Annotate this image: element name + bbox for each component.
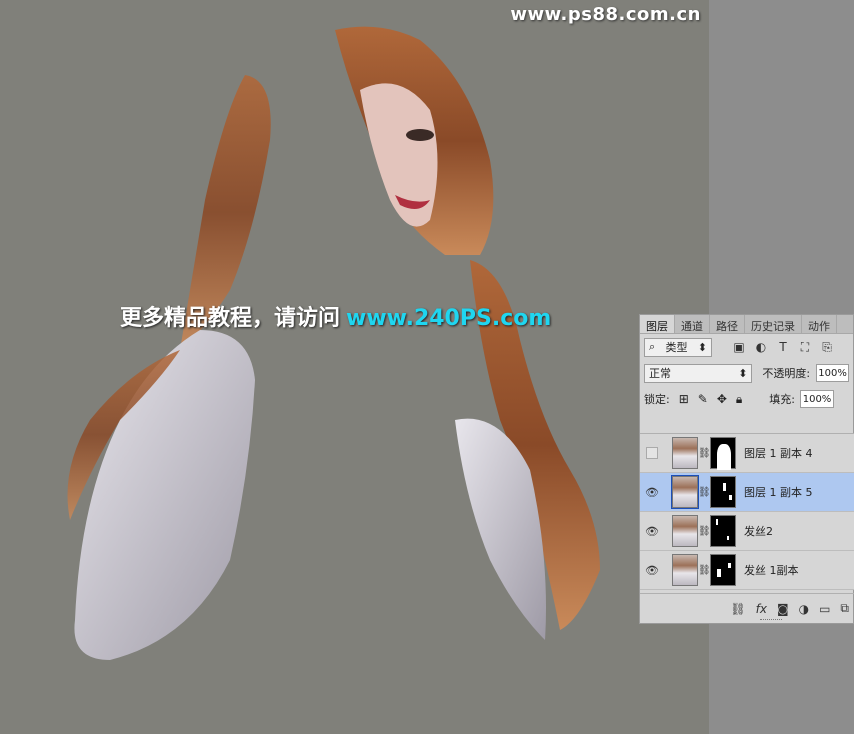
lock-transparency-icon[interactable]: ⊞ xyxy=(679,392,689,407)
fill-label: 填充: xyxy=(769,393,796,406)
chain-link-icon[interactable]: ⛓ xyxy=(698,448,711,459)
chain-link-icon[interactable]: ⛓ xyxy=(698,487,711,498)
document-canvas[interactable]: www.ps88.com.cn 更多精品教程，请访问 www.240PS.com xyxy=(0,0,709,734)
layer-row[interactable]: ⛓ 图层 1 副本 4 xyxy=(640,434,854,473)
blend-mode-select[interactable]: 正常 ⬍ xyxy=(644,363,753,383)
filter-kind-select[interactable]: ⌕ 类型 ⬍ xyxy=(644,337,712,357)
filter-kind-label: 类型 xyxy=(665,341,688,354)
updown-arrows-icon: ⬍ xyxy=(738,366,748,380)
panel-tabs: 图层 通道 路径 历史记录 动作 xyxy=(640,315,853,334)
search-icon: ⌕ xyxy=(649,340,656,353)
tab-actions[interactable]: 动作 xyxy=(802,315,837,333)
chain-link-icon[interactable]: ⛓ xyxy=(698,565,711,576)
layers-bottom-bar: ⛓ fx ◙ ◑ ▭ ⧉ xyxy=(640,593,854,623)
visibility-toggle[interactable] xyxy=(640,434,664,473)
layers-panel: 图层 通道 路径 历史记录 动作 ⌕ 类型 ⬍ ▣ ◐ T ⛶ ⎘ 正常 ⬍ 不… xyxy=(639,314,854,624)
adjustment-icon[interactable]: ◑ xyxy=(799,602,809,616)
resize-grip[interactable] xyxy=(760,619,782,621)
fill-input[interactable]: 100% xyxy=(800,390,835,408)
layer-row-selected[interactable]: 👁︎ ⛓ 图层 1 副本 5 xyxy=(640,473,854,512)
chain-link-icon[interactable]: ⛓ xyxy=(698,526,711,537)
eye-icon[interactable]: 👁︎ xyxy=(640,473,664,512)
eye-icon[interactable]: 👁︎ xyxy=(640,551,664,590)
updown-arrows-icon: ⬍ xyxy=(697,340,707,354)
blend-mode-value: 正常 xyxy=(649,367,671,380)
layers-list[interactable]: ⛓ 图层 1 副本 4 👁︎ ⛓ 图层 1 副本 5 👁︎ ⛓ 发丝2 👁︎ ⛓… xyxy=(640,433,854,593)
photo-composite xyxy=(67,26,600,660)
fx-icon[interactable]: fx xyxy=(756,602,767,616)
layer-thumbnail xyxy=(672,554,698,586)
layer-thumbnail xyxy=(671,475,699,509)
layer-thumbnail xyxy=(672,437,698,469)
lock-label: 锁定: xyxy=(644,393,670,406)
layer-row[interactable]: 👁︎ ⛓ 发丝2 xyxy=(640,512,854,551)
link-icon[interactable]: ⛓ xyxy=(730,602,745,616)
image-filter-icon[interactable]: ▣ xyxy=(732,340,746,355)
type-filter-icon[interactable]: T xyxy=(776,340,790,355)
layer-name: 图层 1 副本 4 xyxy=(744,447,813,460)
lock-brush-icon[interactable]: ✎ xyxy=(698,392,708,407)
layer-name: 发丝 1副本 xyxy=(744,564,799,577)
lock-move-icon[interactable]: ✥ xyxy=(717,392,727,407)
opacity-input[interactable]: 100% xyxy=(816,364,849,382)
smart-object-filter-icon[interactable]: ⎘ xyxy=(820,340,834,355)
opacity-label: 不透明度: xyxy=(762,367,811,380)
promo-text: 更多精品教程，请访问 xyxy=(120,306,341,331)
visibility-off-box xyxy=(646,447,658,459)
tab-channels[interactable]: 通道 xyxy=(675,315,710,333)
tab-history[interactable]: 历史记录 xyxy=(745,315,802,333)
new-layer-icon[interactable]: ⧉ xyxy=(840,601,849,616)
layer-name: 发丝2 xyxy=(744,525,773,538)
tab-paths[interactable]: 路径 xyxy=(710,315,745,333)
eye-icon[interactable]: 👁︎ xyxy=(640,512,664,551)
promo-url: www.240PS.com xyxy=(346,306,552,331)
promo-banner: 更多精品教程，请访问 www.240PS.com xyxy=(120,300,551,332)
mask-icon[interactable]: ◙ xyxy=(777,602,789,616)
layer-mask-thumbnail[interactable] xyxy=(710,437,736,470)
layer-mask-thumbnail[interactable] xyxy=(710,476,736,508)
lock-all-icon[interactable]: 🔒︎ xyxy=(736,392,742,407)
layer-mask-thumbnail[interactable] xyxy=(710,554,736,586)
folder-icon[interactable]: ▭ xyxy=(819,602,830,616)
adjustment-filter-icon[interactable]: ◐ xyxy=(754,340,768,355)
layer-mask-thumbnail[interactable] xyxy=(710,515,736,547)
shape-filter-icon[interactable]: ⛶ xyxy=(798,340,812,355)
layer-name: 图层 1 副本 5 xyxy=(744,486,813,499)
layer-row[interactable]: 👁︎ ⛓ 发丝 1副本 xyxy=(640,551,854,590)
watermark-url: www.ps88.com.cn xyxy=(510,4,701,25)
tab-layers[interactable]: 图层 xyxy=(640,315,675,333)
layer-thumbnail xyxy=(672,515,698,547)
